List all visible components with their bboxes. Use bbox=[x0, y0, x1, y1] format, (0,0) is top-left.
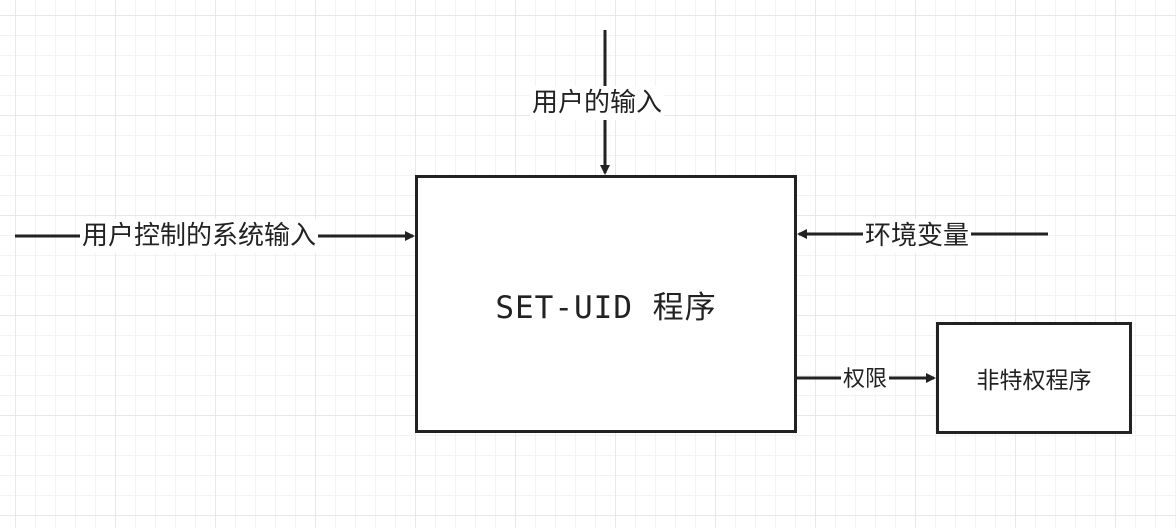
set-uid-program-label: SET-UID 程序 bbox=[495, 289, 717, 326]
set-uid-program-node: SET-UID 程序 bbox=[415, 175, 797, 433]
unprivileged-program-label: 非特权程序 bbox=[976, 368, 1092, 394]
user-controlled-system-input-label: 用户控制的系统输入 bbox=[80, 219, 319, 253]
environment-variables-label: 环境变量 bbox=[863, 219, 972, 253]
privilege-label: 权限 bbox=[841, 366, 890, 394]
user-input-label: 用户的输入 bbox=[530, 86, 665, 120]
unprivileged-program-node: 非特权程序 bbox=[936, 322, 1132, 434]
